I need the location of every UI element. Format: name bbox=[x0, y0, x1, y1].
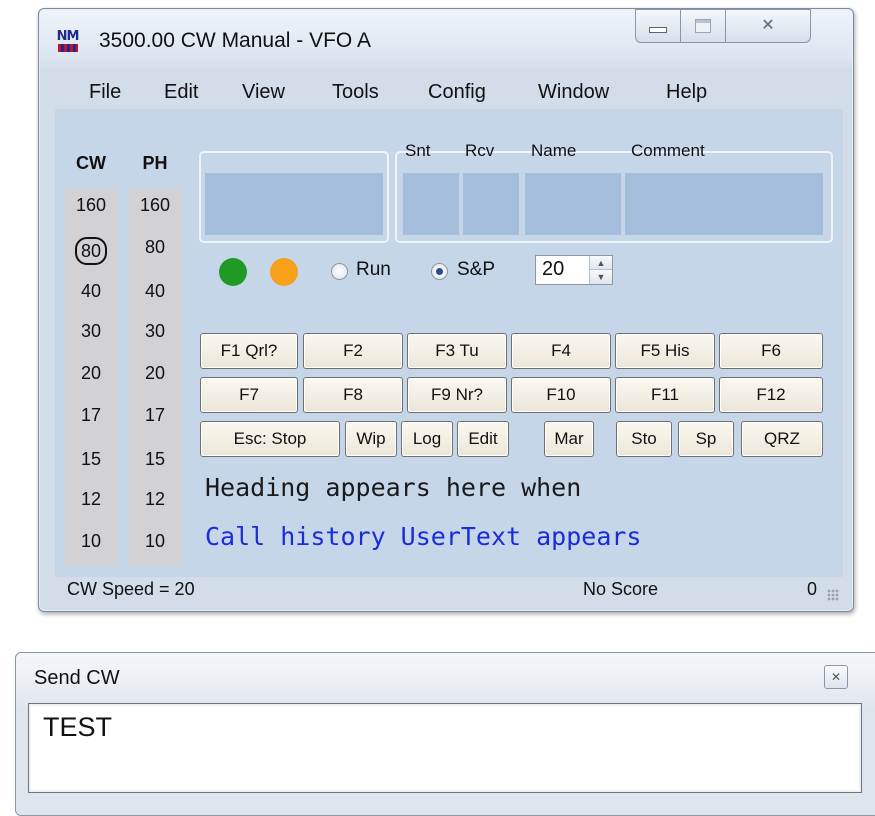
cw-band-30[interactable]: 30 bbox=[65, 321, 117, 342]
sp-button[interactable]: Sp bbox=[678, 421, 734, 457]
sto-button[interactable]: Sto bbox=[616, 421, 672, 457]
ph-band-15[interactable]: 15 bbox=[129, 449, 181, 470]
speed-spinner-value[interactable]: 20 bbox=[542, 258, 564, 281]
f5-button[interactable]: F5 His bbox=[615, 333, 715, 369]
send-cw-window: Send CW ✕ TEST bbox=[15, 652, 875, 816]
close-icon: ✕ bbox=[761, 17, 775, 34]
sp-label[interactable]: S&P bbox=[457, 259, 495, 281]
ph-band-10[interactable]: 10 bbox=[129, 531, 181, 552]
esc-stop-button[interactable]: Esc: Stop bbox=[200, 421, 340, 457]
cw-band-80[interactable]: 80 bbox=[65, 237, 117, 265]
f1-button[interactable]: F1 Qrl? bbox=[200, 333, 298, 369]
cw-band-10[interactable]: 10 bbox=[65, 531, 117, 552]
cw-band-40[interactable]: 40 bbox=[65, 281, 117, 302]
ph-band-160[interactable]: 160 bbox=[129, 195, 181, 216]
ph-header: PH bbox=[142, 153, 168, 173]
app-logo-icon: NM bbox=[55, 29, 80, 54]
call-input[interactable] bbox=[205, 173, 383, 235]
menu-view[interactable]: View bbox=[242, 81, 285, 104]
log-button[interactable]: Log bbox=[401, 421, 453, 457]
cw-header: CW bbox=[76, 153, 106, 173]
run-radio[interactable] bbox=[331, 263, 348, 280]
client-area: CW 160 80 40 30 20 17 15 12 10 PH 160 80… bbox=[55, 109, 843, 577]
score-status: No Score bbox=[583, 579, 659, 599]
wip-button[interactable]: Wip bbox=[345, 421, 397, 457]
f9-button[interactable]: F9 Nr? bbox=[407, 377, 507, 413]
maximize-icon bbox=[695, 19, 711, 33]
window-title: 3500.00 CW Manual - VFO A bbox=[99, 29, 371, 52]
app-logo-stripe bbox=[57, 44, 78, 52]
cw-band-17[interactable]: 17 bbox=[65, 405, 117, 426]
menu-help[interactable]: Help bbox=[666, 81, 707, 104]
menu-bar: File Edit View Tools Config Window Help bbox=[39, 71, 853, 105]
maximize-button[interactable] bbox=[680, 9, 726, 43]
minimize-icon bbox=[649, 27, 667, 33]
green-status-indicator bbox=[219, 258, 247, 286]
minimize-button[interactable] bbox=[635, 9, 681, 43]
call-field-frame bbox=[199, 151, 389, 243]
send-cw-close-button[interactable]: ✕ bbox=[824, 665, 848, 689]
name-label: Name bbox=[531, 141, 577, 160]
f8-button[interactable]: F8 bbox=[303, 377, 403, 413]
menu-window[interactable]: Window bbox=[538, 81, 609, 104]
cw-band-20[interactable]: 20 bbox=[65, 363, 117, 384]
f10-button[interactable]: F10 bbox=[511, 377, 611, 413]
ph-band-17[interactable]: 17 bbox=[129, 405, 181, 426]
menu-file[interactable]: File bbox=[89, 81, 121, 104]
menu-edit[interactable]: Edit bbox=[164, 81, 198, 104]
f7-button[interactable]: F7 bbox=[200, 377, 298, 413]
menu-config[interactable]: Config bbox=[428, 81, 486, 104]
comment-input[interactable] bbox=[625, 173, 823, 235]
spinner-buttons: ▲ ▼ bbox=[589, 256, 612, 284]
sp-radio[interactable] bbox=[431, 263, 448, 280]
title-bar[interactable]: NM 3500.00 CW Manual - VFO A ✕ bbox=[39, 9, 853, 65]
send-cw-title: Send CW bbox=[34, 667, 120, 689]
close-button[interactable]: ✕ bbox=[725, 9, 811, 43]
name-input[interactable] bbox=[525, 173, 621, 235]
exchange-fields-frame: Snt Rcv Name Comment bbox=[395, 141, 833, 243]
orange-status-indicator bbox=[270, 258, 298, 286]
menu-tools[interactable]: Tools bbox=[332, 81, 379, 104]
count-status: 0 bbox=[807, 579, 818, 599]
f12-button[interactable]: F12 bbox=[719, 377, 823, 413]
ph-band-20[interactable]: 20 bbox=[129, 363, 181, 384]
ph-band-30[interactable]: 30 bbox=[129, 321, 181, 342]
edit-button[interactable]: Edit bbox=[457, 421, 509, 457]
cw-band-12[interactable]: 12 bbox=[65, 489, 117, 510]
send-cw-text[interactable]: TEST bbox=[43, 712, 112, 743]
snt-label: Snt bbox=[405, 141, 431, 160]
mar-button[interactable]: Mar bbox=[544, 421, 594, 457]
f3-button[interactable]: F3 Tu bbox=[407, 333, 507, 369]
speed-spinner[interactable]: 20 ▲ ▼ bbox=[535, 255, 613, 285]
comment-label: Comment bbox=[631, 141, 705, 160]
resize-grip-icon[interactable] bbox=[827, 589, 839, 601]
ph-band-80[interactable]: 80 bbox=[129, 237, 181, 258]
f11-button[interactable]: F11 bbox=[615, 377, 715, 413]
cw-band-15[interactable]: 15 bbox=[65, 449, 117, 470]
call-history-text: Call history UserText appears bbox=[205, 522, 642, 551]
rcv-label: Rcv bbox=[465, 141, 495, 160]
ph-band-12[interactable]: 12 bbox=[129, 489, 181, 510]
ph-band-40[interactable]: 40 bbox=[129, 281, 181, 302]
f4-button[interactable]: F4 bbox=[511, 333, 611, 369]
snt-input[interactable] bbox=[403, 173, 459, 235]
send-cw-input[interactable]: TEST bbox=[28, 703, 862, 793]
qrz-button[interactable]: QRZ bbox=[741, 421, 823, 457]
spinner-up-icon[interactable]: ▲ bbox=[590, 256, 612, 270]
close-icon: ✕ bbox=[830, 670, 842, 684]
cw-band-160[interactable]: 160 bbox=[65, 195, 117, 216]
heading-info-text: Heading appears here when bbox=[205, 473, 582, 502]
status-bar: CW Speed = 20 No Score 0 bbox=[55, 575, 843, 605]
cw-speed-status: CW Speed = 20 bbox=[67, 579, 195, 599]
run-label[interactable]: Run bbox=[356, 259, 391, 281]
f6-button[interactable]: F6 bbox=[719, 333, 823, 369]
app-logo-text: NM bbox=[56, 29, 80, 44]
rcv-input[interactable] bbox=[463, 173, 519, 235]
main-window: NM 3500.00 CW Manual - VFO A ✕ File Edit… bbox=[38, 8, 854, 612]
spinner-down-icon[interactable]: ▼ bbox=[590, 270, 612, 284]
f2-button[interactable]: F2 bbox=[303, 333, 403, 369]
